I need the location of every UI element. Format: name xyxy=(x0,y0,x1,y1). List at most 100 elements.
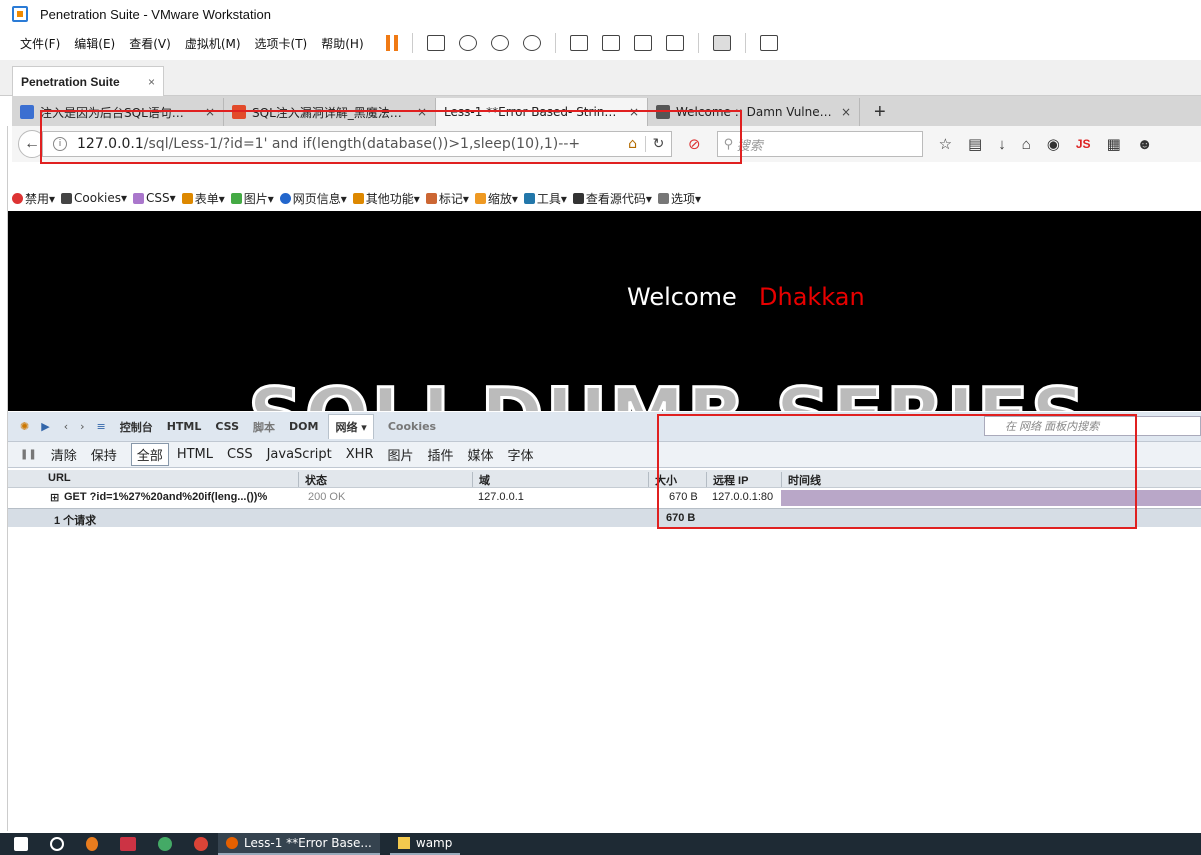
palette-icon[interactable]: ☻ xyxy=(1137,136,1153,153)
windows-start-icon[interactable] xyxy=(14,837,28,851)
inspect-icon[interactable]: ▶ xyxy=(41,420,49,433)
wd-forms[interactable]: 表单▾ xyxy=(181,190,225,207)
tab-cookies[interactable]: Cookies xyxy=(388,420,436,433)
pencil-icon xyxy=(425,192,437,204)
chevron-right-icon[interactable]: › xyxy=(80,420,84,433)
url-highlight-box xyxy=(40,110,742,164)
form-icon xyxy=(181,192,193,204)
web-page-content: Welcome Dhakkan SQLI DUMB SERIES xyxy=(8,211,1201,411)
home-button-icon[interactable]: ⌂ xyxy=(1022,136,1031,153)
wd-tools[interactable]: 工具▾ xyxy=(523,190,567,207)
pause-icon[interactable] xyxy=(385,35,398,51)
vm-tab-penetration-suite[interactable]: Penetration Suite × xyxy=(12,66,164,96)
unity-icon[interactable] xyxy=(665,35,684,51)
col-domain[interactable]: 域 xyxy=(472,472,648,487)
tab-dom[interactable]: DOM xyxy=(289,420,318,433)
tab-network[interactable]: 网络 ▾ xyxy=(328,414,374,439)
taskbar-folder[interactable]: wamp xyxy=(389,833,461,855)
menu-help[interactable]: 帮助(H) xyxy=(321,35,363,52)
wd-disable[interactable]: 禁用▾ xyxy=(12,190,55,207)
filter-js[interactable]: JavaScript xyxy=(267,447,332,462)
wd-info[interactable]: 网页信息▾ xyxy=(279,190,347,207)
filter-media[interactable]: 媒体 xyxy=(468,445,494,464)
chevron-left-icon[interactable]: ‹ xyxy=(64,420,68,433)
close-icon[interactable]: × xyxy=(148,75,155,89)
cortana-icon[interactable] xyxy=(50,837,64,851)
taskbar-firefox[interactable]: Less-1 **Error Base... xyxy=(218,833,380,855)
wd-misc[interactable]: 其他功能▾ xyxy=(352,190,420,207)
menu-file[interactable]: 文件(F) xyxy=(20,35,60,52)
clear-button[interactable]: 清除 xyxy=(51,445,77,464)
request-url: GET ?id=1%27%20and%20if(leng...())% xyxy=(64,491,268,503)
source-icon xyxy=(572,192,584,204)
image-icon xyxy=(230,192,242,204)
tab-script[interactable]: 脚本 xyxy=(253,419,275,435)
window-title: Penetration Suite - VMware Workstation xyxy=(40,6,271,22)
filter-fonts[interactable]: 字体 xyxy=(508,445,534,464)
filter-xhr[interactable]: XHR xyxy=(346,447,374,462)
toolbar-separator xyxy=(744,33,746,53)
wd-options[interactable]: 选项▾ xyxy=(657,190,701,207)
addon-icon[interactable]: ◉ xyxy=(1047,135,1060,153)
wd-outline[interactable]: 标记▾ xyxy=(425,190,469,207)
cookie-icon xyxy=(61,192,73,204)
wd-images[interactable]: 图片▾ xyxy=(230,190,274,207)
menu-edit[interactable]: 编辑(E) xyxy=(74,35,115,52)
send-keys-icon[interactable] xyxy=(426,35,445,51)
xhr-pause-icon[interactable]: ❚❚ xyxy=(20,449,37,460)
thumbnail-icon[interactable] xyxy=(601,35,620,51)
toolbar-separator xyxy=(411,33,413,53)
tab-css[interactable]: CSS xyxy=(215,420,239,433)
expand-icon[interactable]: ⊞ xyxy=(50,491,59,504)
close-icon[interactable]: × xyxy=(841,105,851,119)
revert-snapshot-icon[interactable] xyxy=(490,35,509,51)
stretch-icon[interactable] xyxy=(759,35,778,51)
disable-icon xyxy=(12,192,23,204)
wd-view-source[interactable]: 查看源代码▾ xyxy=(572,190,652,207)
menu-view[interactable]: 查看(V) xyxy=(129,35,171,52)
sidebar-icon[interactable] xyxy=(569,35,588,51)
browser-app-icon[interactable] xyxy=(158,837,172,851)
persist-button[interactable]: 保持 xyxy=(91,445,117,464)
snapshot-manager-icon[interactable] xyxy=(522,35,541,51)
search-icon[interactable] xyxy=(86,837,98,851)
options-icon xyxy=(657,192,669,204)
wd-resize[interactable]: 缩放▾ xyxy=(474,190,518,207)
app-grid-icon[interactable] xyxy=(120,837,136,851)
download-icon[interactable]: ↓ xyxy=(998,136,1006,153)
search-input[interactable]: ⚲ 搜索 xyxy=(716,131,923,157)
fullscreen-icon[interactable] xyxy=(633,35,652,51)
wd-css[interactable]: CSS▾ xyxy=(133,191,176,205)
firebug-icon[interactable]: ✺ xyxy=(20,420,29,433)
vmware-logo-icon xyxy=(12,6,28,22)
welcome-text: Welcome xyxy=(627,283,737,311)
reading-list-icon[interactable]: ▤ xyxy=(968,135,982,153)
left-edge-strip xyxy=(0,126,8,831)
menu-tabs[interactable]: 选项卡(T) xyxy=(255,35,308,52)
taskbar: Less-1 **Error Base... wamp xyxy=(0,833,1201,855)
tab-html[interactable]: HTML xyxy=(167,420,202,433)
col-url[interactable]: URL xyxy=(42,472,298,487)
window-titlebar: Penetration Suite - VMware Workstation xyxy=(0,0,1201,28)
command-line-icon[interactable]: ≡ xyxy=(97,420,106,433)
banner-title: SQLI DUMB SERIES xyxy=(246,370,1087,412)
console-icon[interactable] xyxy=(712,35,731,51)
col-status[interactable]: 状态 xyxy=(298,472,472,487)
filter-plugins[interactable]: 插件 xyxy=(428,445,454,464)
bookmark-star-icon[interactable]: ☆ xyxy=(939,135,952,153)
filter-html[interactable]: HTML xyxy=(177,447,213,462)
menu-vm[interactable]: 虚拟机(M) xyxy=(185,35,241,52)
request-domain: 127.0.0.1 xyxy=(478,491,524,503)
js-toggle[interactable]: JS xyxy=(1076,137,1091,151)
filter-all[interactable]: 全部 xyxy=(130,443,169,466)
info-icon xyxy=(279,192,291,204)
tab-console[interactable]: 控制台 xyxy=(120,419,153,435)
new-tab-button[interactable]: + xyxy=(874,98,886,126)
wd-cookies[interactable]: Cookies▾ xyxy=(61,191,127,205)
chrome-icon[interactable] xyxy=(194,837,208,851)
request-count: 1 个请求 xyxy=(54,515,97,527)
filter-images[interactable]: 图片 xyxy=(387,445,413,464)
filter-css[interactable]: CSS xyxy=(227,447,253,462)
snapshot-icon[interactable] xyxy=(458,35,477,51)
extension-icon[interactable]: ▦ xyxy=(1107,135,1121,153)
